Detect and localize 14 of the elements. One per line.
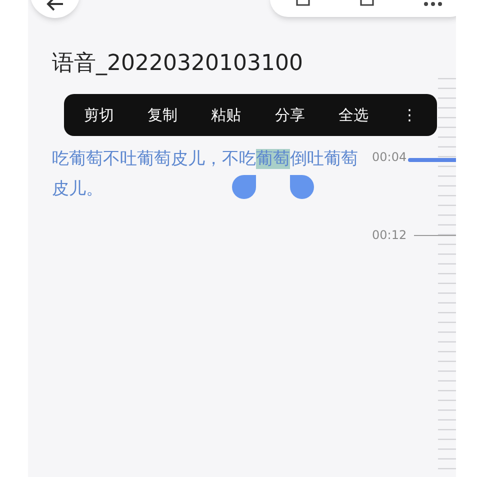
menu-item[interactable]: 复制 — [146, 105, 180, 125]
time-label: 00:04 — [372, 149, 407, 165]
menu-item[interactable]: 全选 — [336, 105, 370, 125]
menu-item[interactable]: 剪切 — [82, 105, 116, 125]
menu-item[interactable]: 粘贴 — [209, 105, 244, 125]
recording-title: 语音_20220320103100 — [52, 50, 304, 78]
more-icon[interactable] — [423, 1, 444, 7]
time-label: 00:12 — [372, 227, 407, 243]
selection-handle[interactable] — [232, 175, 256, 199]
selection-handle[interactable] — [290, 175, 314, 199]
menu-item[interactable]: 分享 — [272, 105, 307, 125]
back-icon — [46, 0, 64, 11]
more-options-button[interactable]: ⋮ — [400, 105, 419, 125]
transcript-text: 吃葡萄不吐葡萄皮儿，不吃葡萄倒吐葡萄皮儿。 — [52, 148, 358, 201]
